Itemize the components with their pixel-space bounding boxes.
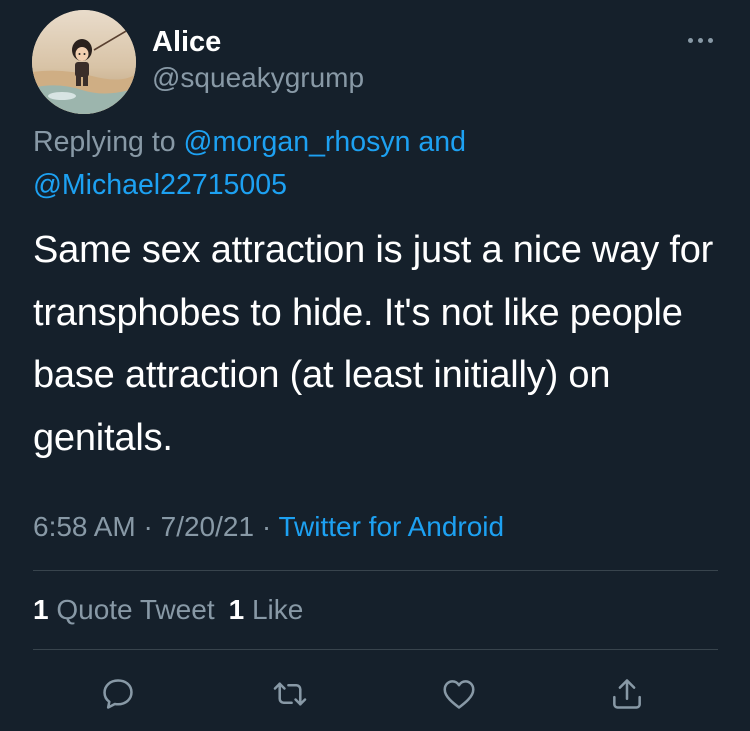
more-dot — [707, 37, 713, 43]
quote-count: 1 — [33, 594, 49, 625]
heart-icon — [443, 680, 475, 709]
share-icon — [613, 679, 641, 709]
like-label: Like — [244, 594, 304, 625]
more-dot — [697, 37, 703, 43]
retweet-button[interactable] — [268, 672, 312, 716]
tweet-metadata: 6:58 AM · 7/20/21 · Twitter for Android — [33, 508, 504, 546]
quote-label: Quote Tweet — [48, 594, 215, 625]
user-handle[interactable]: @squeakygrump — [152, 61, 364, 95]
tweet-stats: 1 Quote Tweet 1 Like — [33, 591, 303, 629]
divider — [33, 649, 718, 650]
tweet-text: Same sex attraction is just a nice way f… — [33, 229, 714, 459]
mention-conjunction[interactable]: and — [410, 126, 466, 158]
retweet-icon — [273, 682, 307, 706]
mention-link[interactable]: @morgan_rhosyn — [184, 126, 411, 158]
likes-stat[interactable]: 1 Like — [229, 594, 304, 625]
avatar[interactable] — [32, 10, 136, 114]
avatar-image — [32, 10, 136, 114]
reply-icon — [103, 679, 133, 709]
reply-button[interactable] — [96, 672, 140, 716]
tweet-date[interactable]: 7/20/21 — [161, 511, 254, 542]
mention-link[interactable]: @Michael22715005 — [33, 169, 287, 201]
like-count: 1 — [228, 594, 245, 625]
replying-to-label: Replying to — [33, 126, 184, 158]
meta-separator: · — [135, 511, 161, 542]
tweet-source[interactable]: Twitter for Android — [278, 511, 504, 542]
tweet-detail: Alice @squeakygrump Replying to @morgan_… — [0, 0, 750, 731]
tweet-time[interactable]: 6:58 AM — [33, 511, 136, 542]
like-button[interactable] — [437, 672, 481, 716]
display-name[interactable]: Alice — [152, 25, 221, 59]
more-options-icon[interactable] — [680, 28, 720, 52]
more-dot — [687, 37, 693, 43]
divider — [33, 570, 718, 571]
share-button[interactable] — [605, 672, 649, 716]
quote-tweets-stat[interactable]: 1 Quote Tweet — [33, 594, 215, 625]
meta-separator: · — [254, 511, 279, 542]
replying-to: Replying to @morgan_rhosyn and @Michael22… — [33, 121, 713, 207]
